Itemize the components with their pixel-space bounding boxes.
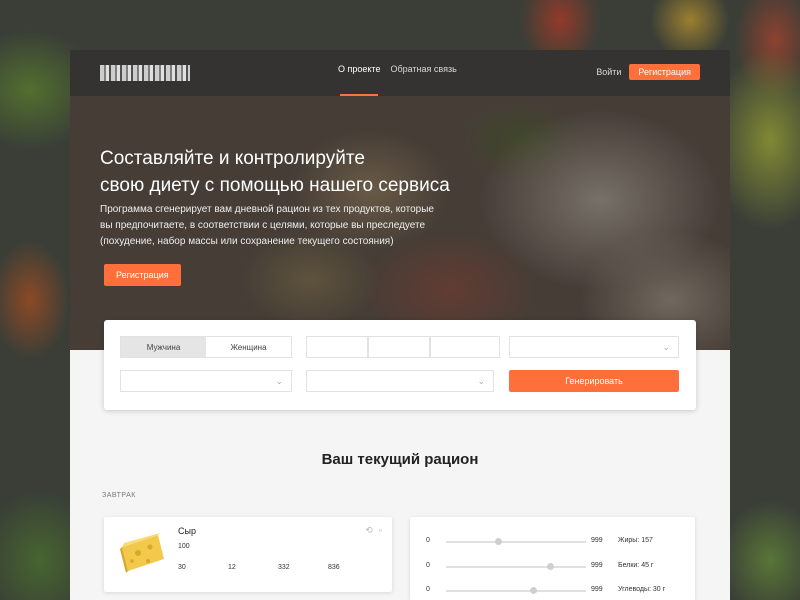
slider-min: 0 — [426, 562, 430, 569]
top-navbar: О проекте Обратная связь Войти Регистрац… — [70, 50, 730, 96]
chevron-down-icon: ⌄ — [662, 342, 670, 352]
delete-icon[interactable]: ▫ — [379, 525, 382, 536]
generate-button[interactable]: Генерировать — [509, 370, 679, 392]
food-name: Сыр — [178, 526, 196, 536]
slider-max: 999 — [591, 586, 603, 593]
hero-description: Программа сгенерирует вам дневной рацион… — [100, 202, 470, 250]
nav-link-feedback[interactable]: Обратная связь — [390, 64, 456, 74]
hero-text-line1: Программа сгенерирует вам дневной рацион… — [100, 204, 434, 215]
nav-links: О проекте Обратная связь — [338, 64, 457, 96]
macro-sliders-card: 0 999 Жиры: 157 0 999 Белки: 45 г 0 999 … — [410, 517, 695, 600]
goal-select[interactable]: ⌄ — [509, 336, 679, 358]
nutrient-value-protein: 30 — [178, 564, 186, 571]
age-input[interactable] — [306, 336, 368, 358]
logo[interactable] — [100, 65, 190, 81]
gender-toggle: Мужчина Женщина — [120, 336, 292, 358]
chevron-down-icon: ⌄ — [477, 376, 485, 386]
slider-row-protein: 0 999 Белки: 45 г — [426, 562, 686, 572]
gender-male-option[interactable]: Мужчина — [121, 337, 206, 357]
hero-title-line2: свою диету с помощью нашего сервиса — [100, 175, 450, 196]
hero-text-line2: вы предпочитаете, в соответствии с целям… — [100, 220, 426, 231]
activity-select[interactable]: ⌄ — [120, 370, 292, 392]
slider-handle[interactable] — [546, 563, 554, 570]
weight-input[interactable] — [430, 336, 500, 358]
nutrient-value-carbs: 332 — [278, 564, 290, 571]
slider-label: Белки: 45 г — [618, 562, 654, 569]
products-select[interactable]: ⌄ — [306, 370, 494, 392]
gender-female-option[interactable]: Женщина — [206, 337, 291, 357]
cheese-image — [120, 533, 164, 573]
slider-label: Жиры: 157 — [618, 537, 653, 544]
meal-label-breakfast: ЗАВТРАК — [102, 492, 136, 499]
nutrient-value-calories: 836 — [328, 564, 340, 571]
slider-handle[interactable] — [530, 587, 537, 594]
hero-register-button[interactable]: Регистрация — [104, 264, 181, 286]
slider-handle[interactable] — [495, 538, 502, 545]
height-input[interactable] — [368, 336, 430, 358]
slider-max: 999 — [591, 562, 603, 569]
nutrient-table: 30 12 332 836 — [178, 559, 378, 571]
food-card: Сыр ⟲ ▫ 100 30 12 332 836 — [104, 517, 392, 592]
food-quantity: 100 — [178, 543, 190, 550]
refresh-icon[interactable]: ⟲ — [365, 525, 373, 536]
slider-max: 999 — [591, 537, 603, 544]
nav-link-about[interactable]: О проекте — [338, 64, 380, 96]
chevron-down-icon: ⌄ — [275, 376, 283, 386]
slider-row-carbs: 0 999 Углеводы: 30 г — [426, 586, 686, 596]
register-nav-button[interactable]: Регистрация — [629, 64, 700, 80]
page-container: О проекте Обратная связь Войти Регистрац… — [70, 50, 730, 600]
hero-title: Составляйте и контролируйте свою диету с… — [100, 145, 500, 199]
hero-title-line1: Составляйте и контролируйте — [100, 148, 365, 169]
slider-min: 0 — [426, 586, 430, 593]
slider-track[interactable] — [446, 563, 586, 570]
nav-auth: Войти Регистрация — [596, 64, 700, 80]
slider-row-fat: 0 999 Жиры: 157 — [426, 537, 686, 547]
food-quantity-value[interactable]: 100 — [178, 543, 190, 550]
ration-title: Ваш текущий рацион — [321, 451, 479, 468]
nutrient-value-fat: 12 — [228, 564, 236, 571]
slider-min: 0 — [426, 537, 430, 544]
slider-track[interactable] — [446, 587, 586, 594]
food-card-actions: ⟲ ▫ — [365, 525, 382, 536]
hero-text-line3: (похудение, набор массы или сохранение т… — [100, 236, 394, 247]
login-link[interactable]: Войти — [596, 67, 621, 77]
slider-track[interactable] — [446, 538, 586, 545]
diet-form: Мужчина Женщина ⌄ ⌄ ⌄ Генерировать — [104, 320, 696, 410]
slider-label: Углеводы: 30 г — [618, 586, 666, 593]
